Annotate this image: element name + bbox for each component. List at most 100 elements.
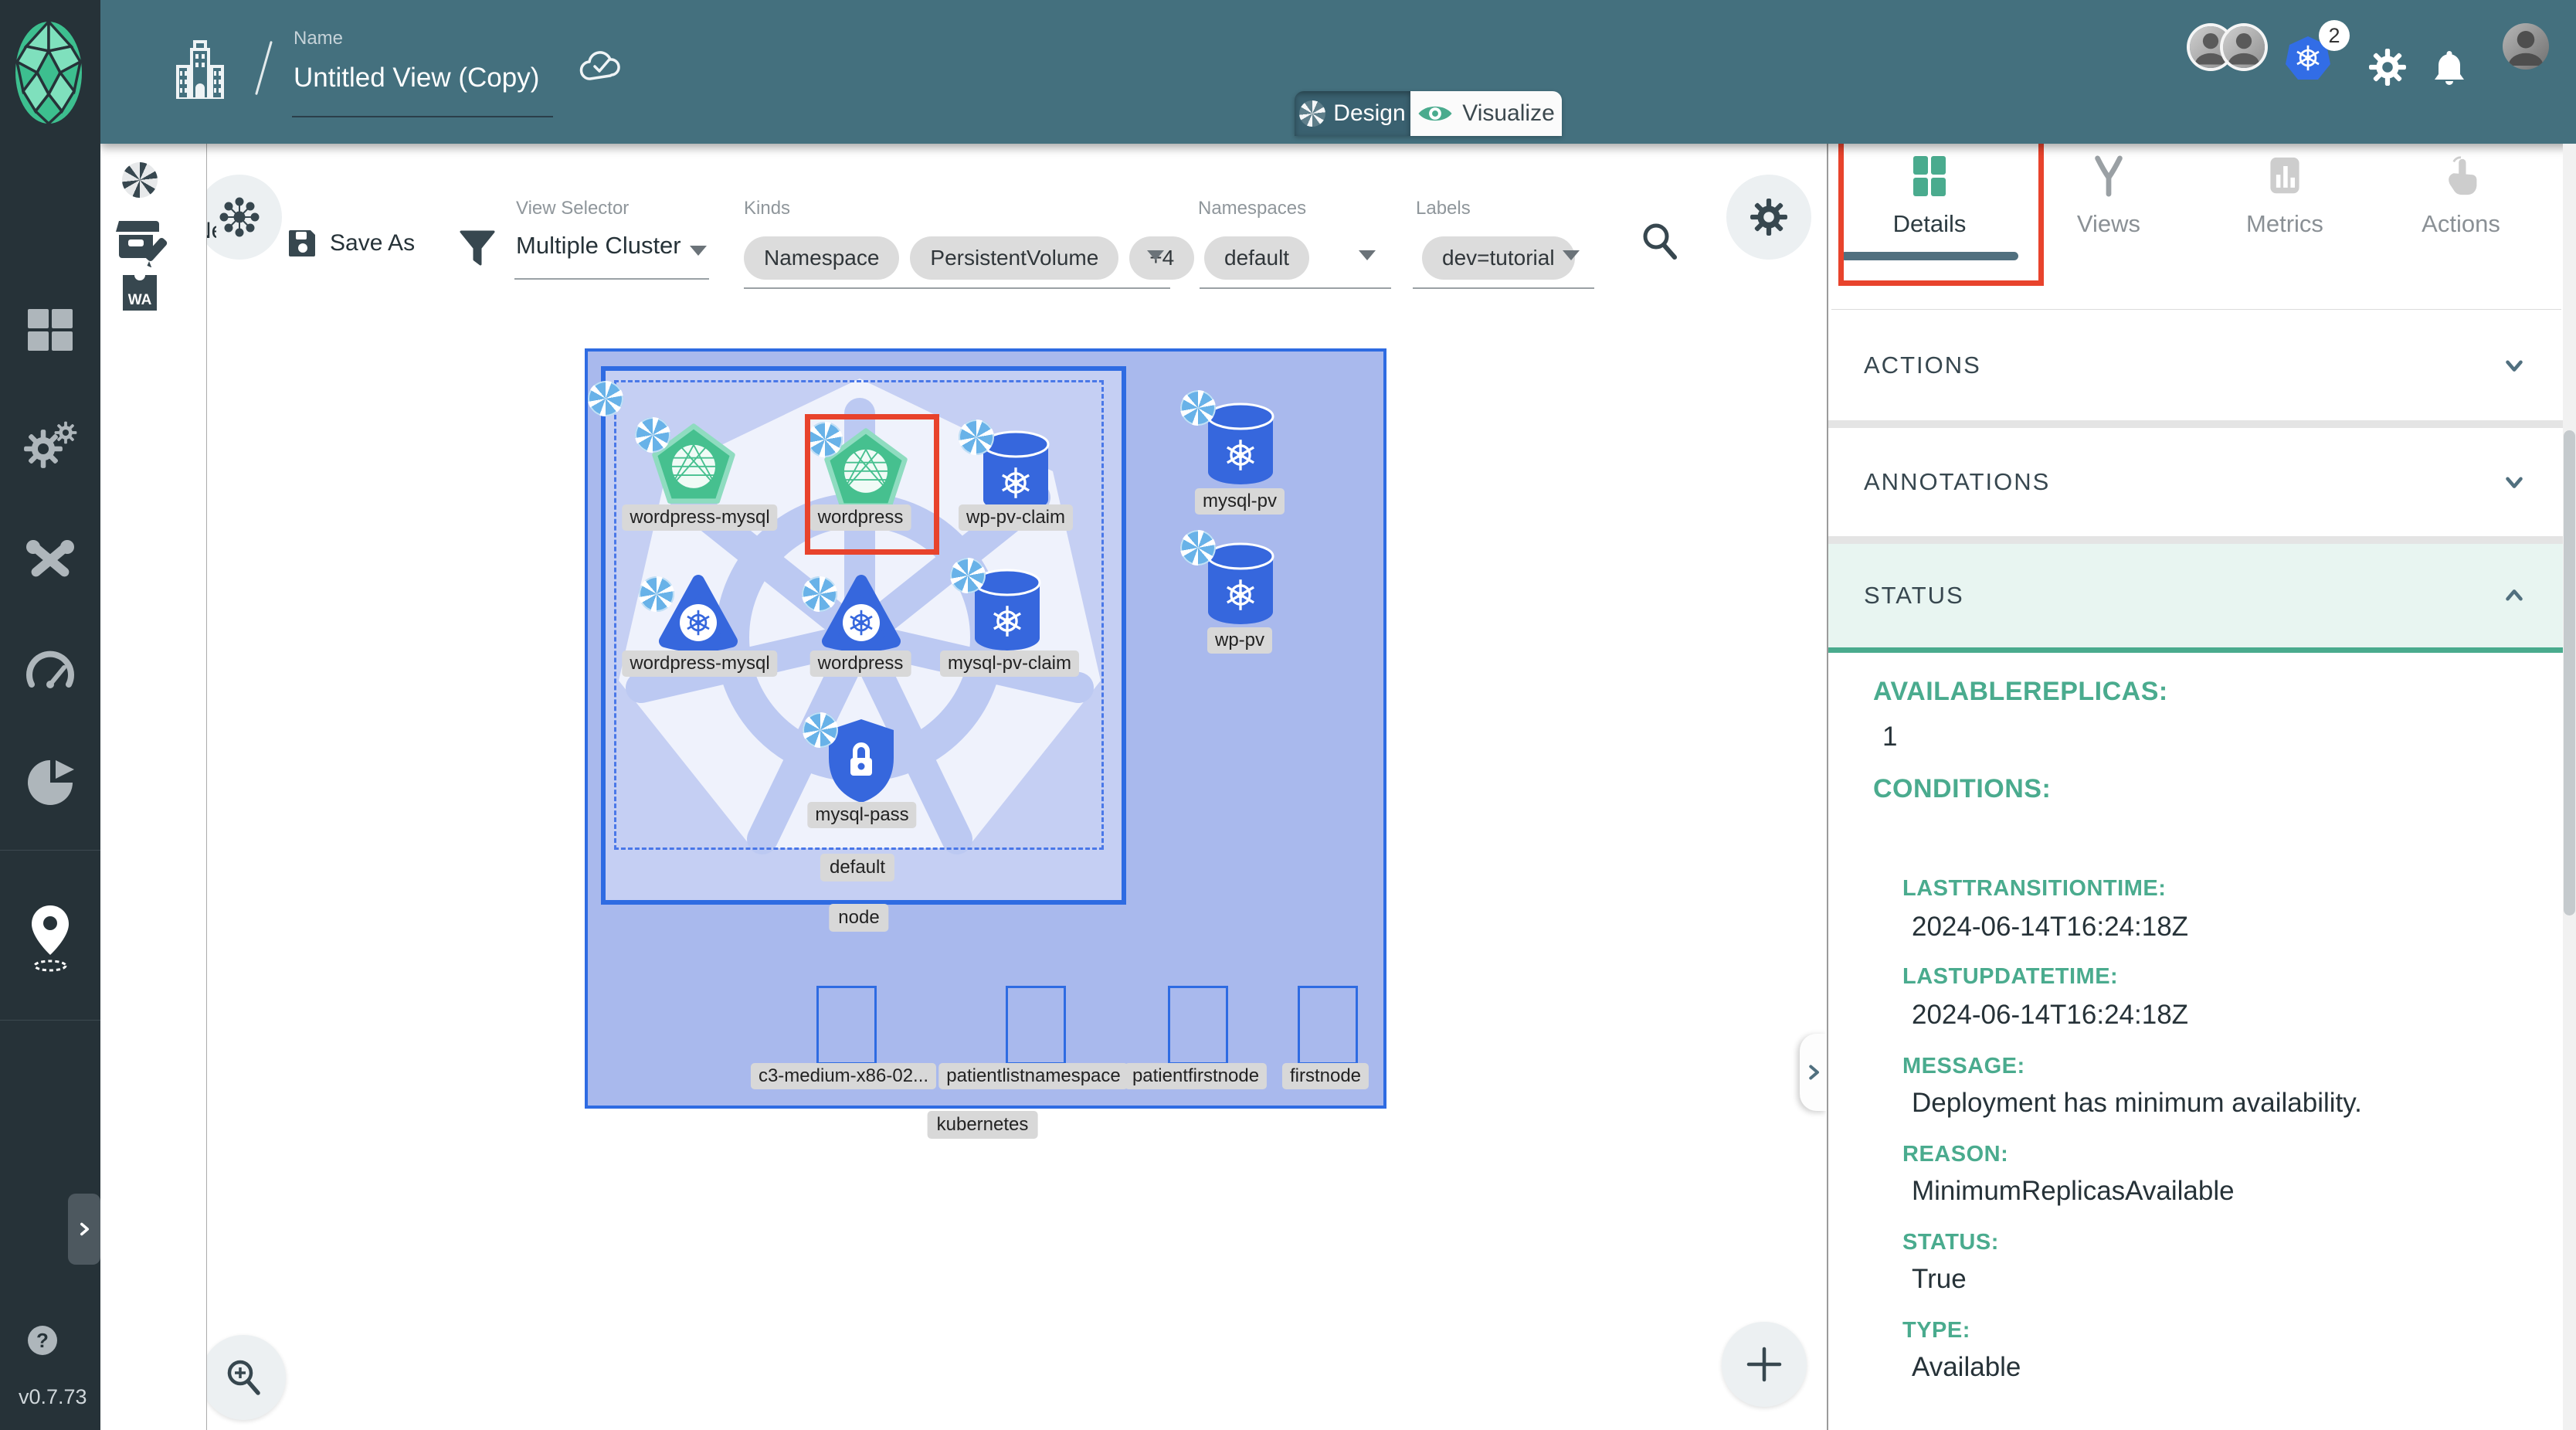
- panel-scrollbar-thumb[interactable]: [2564, 430, 2575, 915]
- node-infra-firstnode[interactable]: [1298, 986, 1358, 1065]
- view-selector-value[interactable]: Multiple Cluster: [516, 232, 681, 260]
- node-label: mysql-pv-claim: [940, 650, 1079, 677]
- status-key: LASTUPDATETIME:: [1902, 964, 2118, 990]
- new-button-label[interactable]: New: [206, 218, 216, 244]
- sidebar-expand-button[interactable]: [68, 1194, 100, 1265]
- node-label: mysql-pass: [807, 802, 916, 828]
- breadcrumb-separator: [255, 41, 273, 95]
- accordion-annotations[interactable]: ANNOTATIONS: [1828, 428, 2563, 536]
- meshery-logo[interactable]: [14, 20, 83, 125]
- tab-design[interactable]: Design: [1295, 91, 1410, 136]
- notifications-bell-icon[interactable]: [2432, 48, 2467, 87]
- meshery-kanvas-app: Name Design Visualize: [0, 0, 2576, 1430]
- status-value: MinimumReplicasAvailable: [1912, 1176, 2235, 1207]
- actions-section-title: ACTIONS: [1864, 352, 1981, 379]
- cluster-label: kubernetes: [928, 1111, 1038, 1139]
- node-pv-mysql-pv[interactable]: [1202, 401, 1279, 487]
- accordion-actions[interactable]: ACTIONS: [1828, 310, 2563, 420]
- node-pvc-wp-pv-claim[interactable]: [977, 429, 1054, 515]
- node-secret-mysql-pass[interactable]: [823, 715, 900, 807]
- kinds-caret-icon[interactable]: [1147, 250, 1164, 260]
- tab-metrics-label: Metrics: [2196, 210, 2374, 238]
- accordion-status[interactable]: STATUS: [1828, 544, 2563, 647]
- tab-actions[interactable]: Actions: [2372, 155, 2550, 238]
- search-icon[interactable]: [1640, 221, 1678, 261]
- sidebar-item-performance[interactable]: [0, 649, 100, 694]
- save-as-label[interactable]: Save As: [330, 230, 415, 256]
- namespaces-caret-icon[interactable]: [1359, 250, 1376, 260]
- collaborator-avatar[interactable]: [2223, 26, 2265, 68]
- settings-gear-icon[interactable]: [2368, 48, 2407, 87]
- node-service-wordpress-mysql[interactable]: [656, 572, 741, 657]
- sidebar-item-dashboard[interactable]: [0, 307, 100, 354]
- status-value: Available: [1912, 1352, 2021, 1383]
- status-key: MESSAGE:: [1902, 1054, 2025, 1079]
- organization-icon[interactable]: [176, 39, 224, 99]
- sidebar-item-kanvas-active[interactable]: [0, 902, 100, 977]
- node-service-wordpress[interactable]: [819, 572, 904, 657]
- components-drawer-icon[interactable]: [116, 219, 171, 267]
- design-tool-icon[interactable]: [122, 162, 158, 198]
- name-field-label: Name: [294, 28, 343, 49]
- node-label: wordpress: [810, 650, 911, 677]
- canvas-settings-button[interactable]: [1726, 175, 1811, 260]
- wasm-filters-icon[interactable]: WA: [121, 273, 158, 312]
- version-label: v0.7.73: [19, 1385, 87, 1409]
- tab-views[interactable]: Views: [2020, 155, 2198, 238]
- node-infra-namespace[interactable]: [1006, 986, 1066, 1065]
- status-key: STATUS:: [1902, 1230, 1999, 1255]
- section-divider: [1828, 536, 2563, 544]
- node-pv-wp-pv[interactable]: [1202, 541, 1279, 627]
- kind-chip[interactable]: Namespace: [744, 236, 899, 280]
- highlight-box-wordpress: [805, 414, 939, 555]
- status-key: TYPE:: [1902, 1318, 1970, 1343]
- help-button[interactable]: ?: [28, 1326, 57, 1355]
- status-key: CONDITIONS:: [1873, 774, 2051, 804]
- cloud-save-status-icon[interactable]: [579, 48, 623, 83]
- sidebar-item-configuration[interactable]: [0, 537, 100, 583]
- labels-label: Labels: [1416, 198, 1471, 219]
- wasm-label: WA: [128, 292, 152, 308]
- merge-toggle-button[interactable]: [206, 175, 282, 260]
- status-value: 1: [1882, 722, 1897, 752]
- node-deployment-wordpress-mysql[interactable]: [649, 422, 738, 508]
- node-pvc-mysql-pv-claim[interactable]: [969, 567, 1046, 654]
- metrics-icon: [2265, 155, 2305, 198]
- node-infra-patientfirstnode[interactable]: [1168, 986, 1228, 1065]
- kind-chip[interactable]: PersistentVolume: [910, 236, 1118, 280]
- zoom-in-button[interactable]: [206, 1335, 286, 1420]
- sidebar-item-extensions[interactable]: [0, 759, 100, 807]
- kinds-chips: Namespace PersistentVolume +4: [744, 236, 1194, 280]
- visualize-eye-icon: [1417, 102, 1453, 125]
- filter-funnel-icon[interactable]: [460, 230, 495, 267]
- user-avatar[interactable]: [2503, 23, 2549, 70]
- tab-visualize[interactable]: Visualize: [1410, 91, 1562, 136]
- add-node-button[interactable]: [1722, 1322, 1807, 1407]
- namespace-chip[interactable]: default: [1204, 236, 1309, 280]
- visualization-canvas[interactable]: New Save As: [206, 144, 1826, 1430]
- label-chip[interactable]: dev=tutorial: [1422, 236, 1575, 280]
- tab-metrics[interactable]: Metrics: [2196, 155, 2374, 238]
- labels-caret-icon[interactable]: [1563, 250, 1580, 260]
- save-as-icon[interactable]: [287, 227, 318, 258]
- mode-toggle: Design Visualize: [1295, 91, 1562, 136]
- meshery-badge-icon: [588, 381, 623, 416]
- node-label: c3-medium-x86-02...: [751, 1063, 936, 1089]
- view-selector-caret-icon[interactable]: [690, 246, 707, 256]
- section-divider: [1828, 420, 2563, 428]
- panel-collapse-button[interactable]: [1800, 1034, 1826, 1111]
- meshery-badge-icon: [1180, 390, 1216, 426]
- status-key: LASTTRANSITIONTIME:: [1902, 876, 2166, 902]
- sidebar-item-lifecycle[interactable]: [0, 421, 100, 469]
- kinds-label: Kinds: [744, 198, 790, 219]
- chevron-down-icon: [2501, 352, 2527, 379]
- node-label: wordpress-mysql: [622, 504, 777, 531]
- node-label: mysql-pv: [1195, 488, 1285, 515]
- highlight-box-details-tab: [1838, 138, 2044, 286]
- labels-underline: [1413, 287, 1594, 289]
- view-name-input[interactable]: [292, 62, 550, 94]
- design-spiral-icon: [1299, 100, 1325, 127]
- sidebar-divider: [0, 1020, 100, 1021]
- node-infra-machine[interactable]: [816, 986, 877, 1065]
- chevron-down-icon: [2501, 469, 2527, 495]
